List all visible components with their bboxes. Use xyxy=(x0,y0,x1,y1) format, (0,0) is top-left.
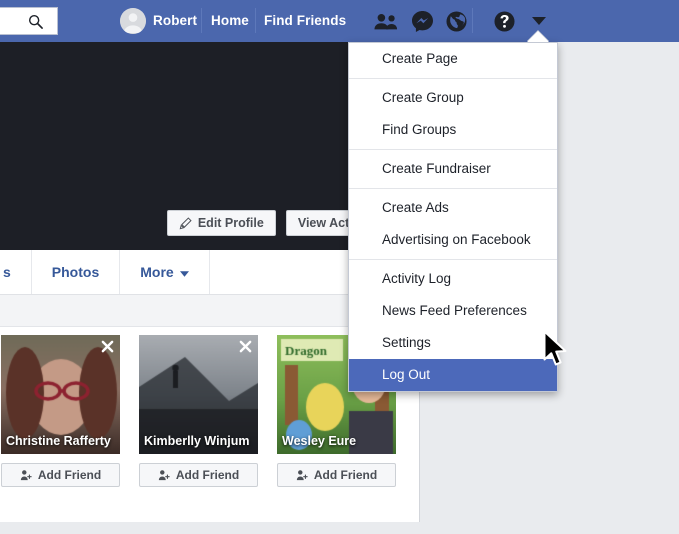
nav-divider xyxy=(255,8,256,33)
menu-item-create-fundraiser[interactable]: Create Fundraiser xyxy=(349,153,557,185)
menu-item-create-ads[interactable]: Create Ads xyxy=(349,192,557,224)
account-dropdown-menu: Create Page Create Group Find Groups Cre… xyxy=(348,42,558,392)
avatar[interactable] xyxy=(120,8,146,34)
tab-photos[interactable]: Photos xyxy=(32,250,121,294)
chevron-down-icon xyxy=(179,264,189,280)
add-friend-label: Add Friend xyxy=(37,468,102,482)
friend-name: Wesley Eure xyxy=(282,434,357,448)
friend-name: Kimberlly Winjum xyxy=(144,434,250,448)
screen: Edit Profile View Activity Lo s Photos M… xyxy=(0,0,679,534)
friend-thumbnail[interactable]: Christine Rafferty xyxy=(1,335,120,454)
nav-divider xyxy=(201,8,202,33)
facebook-top-navigation-bar: Robert Home Find Friends xyxy=(0,0,679,42)
tab-photos-label: Photos xyxy=(51,264,100,280)
edit-profile-label: Edit Profile xyxy=(197,216,264,230)
search-input[interactable] xyxy=(0,7,58,35)
add-friend-button[interactable]: Add Friend xyxy=(1,463,120,487)
add-friend-button[interactable]: Add Friend xyxy=(277,463,396,487)
menu-item-find-groups[interactable]: Find Groups xyxy=(349,114,557,146)
home-link[interactable]: Home xyxy=(211,13,249,28)
messenger-icon[interactable] xyxy=(410,9,434,33)
menu-item-log-out[interactable]: Log Out xyxy=(349,359,557,391)
tab-friends-label: s xyxy=(3,264,11,280)
edit-profile-button[interactable]: Edit Profile xyxy=(166,210,276,236)
menu-divider xyxy=(349,259,557,260)
menu-divider xyxy=(349,78,557,79)
add-friend-label: Add Friend xyxy=(313,468,378,482)
profile-name-link[interactable]: Robert xyxy=(153,13,197,28)
add-friend-label: Add Friend xyxy=(175,468,240,482)
add-friend-icon xyxy=(20,469,32,481)
menu-item-advertising-on-facebook[interactable]: Advertising on Facebook xyxy=(349,224,557,256)
nav-divider xyxy=(472,8,473,33)
mouse-pointer xyxy=(543,330,569,368)
tab-friends[interactable]: s xyxy=(0,250,32,294)
globe-notifications-icon[interactable] xyxy=(444,9,468,33)
menu-pointer-arrow xyxy=(527,31,549,42)
list-item: Christine Rafferty Add Friend xyxy=(1,335,120,487)
close-icon[interactable] xyxy=(238,339,253,354)
find-friends-link[interactable]: Find Friends xyxy=(264,13,346,28)
pencil-icon xyxy=(179,216,192,230)
tab-more-label: More xyxy=(140,264,174,280)
add-friend-button[interactable]: Add Friend xyxy=(139,463,258,487)
menu-divider xyxy=(349,188,557,189)
friend-requests-icon[interactable] xyxy=(374,9,398,33)
menu-divider xyxy=(349,149,557,150)
add-friend-icon xyxy=(296,469,308,481)
menu-item-news-feed-preferences[interactable]: News Feed Preferences xyxy=(349,295,557,327)
menu-item-create-page[interactable]: Create Page xyxy=(349,43,557,75)
tab-more[interactable]: More xyxy=(120,250,210,294)
menu-item-settings[interactable]: Settings xyxy=(349,327,557,359)
menu-item-create-group[interactable]: Create Group xyxy=(349,82,557,114)
list-item: Kimberlly Winjum Add Friend xyxy=(139,335,258,487)
close-icon[interactable] xyxy=(100,339,115,354)
friend-thumbnail[interactable]: Kimberlly Winjum xyxy=(139,335,258,454)
friend-name: Christine Rafferty xyxy=(6,434,111,448)
search-icon xyxy=(28,14,43,29)
help-icon[interactable] xyxy=(492,9,516,33)
account-caret-icon[interactable] xyxy=(527,9,551,33)
add-friend-icon xyxy=(158,469,170,481)
menu-item-activity-log[interactable]: Activity Log xyxy=(349,263,557,295)
